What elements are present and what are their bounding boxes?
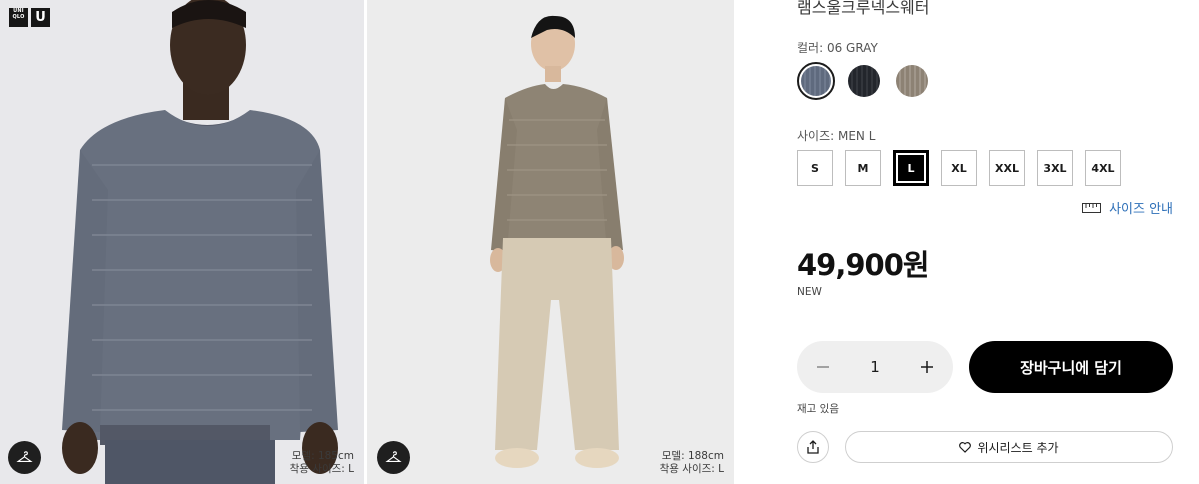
swatch-fill: [801, 66, 831, 96]
model-height: 모델: 188cm: [661, 450, 724, 462]
new-badge: NEW: [797, 286, 822, 298]
size-button-s[interactable]: S: [797, 150, 833, 186]
model-size: 착용 사이즈: L: [659, 463, 724, 475]
uniqlo-u-logo-box: U: [31, 8, 50, 27]
hanger-button[interactable]: [8, 441, 41, 474]
quantity-stepper: 1: [797, 341, 953, 393]
decrease-button[interactable]: [811, 355, 835, 379]
size-label: 사이즈: MEN L: [797, 129, 876, 143]
size-guide-label: 사이즈 안내: [1109, 202, 1173, 217]
size-button-l[interactable]: L: [893, 150, 929, 186]
product-photo-2[interactable]: 모델: 188cm 착용 사이즈: L: [367, 0, 734, 484]
color-swatch-beige[interactable]: [893, 62, 931, 100]
hanger-button[interactable]: [377, 441, 410, 474]
product-photo-1[interactable]: UNI QLO U 모델: 185cm 착용 사이즈: L: [0, 0, 364, 484]
increase-button[interactable]: [915, 355, 939, 379]
color-swatches: [797, 62, 931, 100]
share-button[interactable]: [797, 431, 829, 463]
model-photo-closeup: [0, 0, 364, 484]
swatch-fill: [896, 65, 928, 97]
size-guide-link[interactable]: 사이즈 안내: [1082, 198, 1173, 217]
price: 49,900원: [797, 248, 930, 282]
stock-status: 재고 있음: [797, 403, 839, 415]
model-size: 착용 사이즈: L: [289, 463, 354, 475]
heart-icon: [959, 441, 972, 453]
size-button-xl[interactable]: XL: [941, 150, 977, 186]
color-label: 컬러: 06 GRAY: [797, 41, 878, 55]
size-button-m[interactable]: M: [845, 150, 881, 186]
model-info: 모델: 188cm 착용 사이즈: L: [660, 450, 724, 476]
color-swatch-navy[interactable]: [845, 62, 883, 100]
size-button-3xl[interactable]: 3XL: [1037, 150, 1073, 186]
product-title: 램스울크루넥스웨터: [797, 0, 930, 17]
add-to-cart-button[interactable]: 장바구니에 담기: [969, 341, 1173, 393]
wishlist-button[interactable]: 위시리스트 추가: [845, 431, 1173, 463]
uniqlo-logo-box: UNI QLO: [9, 8, 28, 27]
quantity-value[interactable]: 1: [870, 358, 880, 376]
model-info: 모델: 185cm 착용 사이즈: L: [290, 450, 354, 476]
model-height: 모델: 185cm: [291, 450, 354, 462]
size-options: S M L XL XXL 3XL 4XL: [797, 150, 1121, 186]
size-button-xxl[interactable]: XXL: [989, 150, 1025, 186]
wishlist-label: 위시리스트 추가: [977, 440, 1059, 455]
hanger-icon: [16, 451, 33, 462]
product-panel: 램스울크루넥스웨터 컬러: 06 GRAY 사이즈: MEN L S M L X…: [797, 0, 1177, 484]
hanger-icon: [385, 451, 402, 462]
uniqlo-logo[interactable]: UNI QLO U: [9, 8, 50, 27]
ruler-icon: [1082, 202, 1102, 213]
model-photo-fullbody: [367, 0, 734, 484]
minus-icon: [817, 366, 829, 368]
share-icon: [807, 440, 819, 454]
size-button-4xl[interactable]: 4XL: [1085, 150, 1121, 186]
color-swatch-gray[interactable]: [797, 62, 835, 100]
plus-icon: [920, 361, 933, 373]
swatch-fill: [848, 65, 880, 97]
